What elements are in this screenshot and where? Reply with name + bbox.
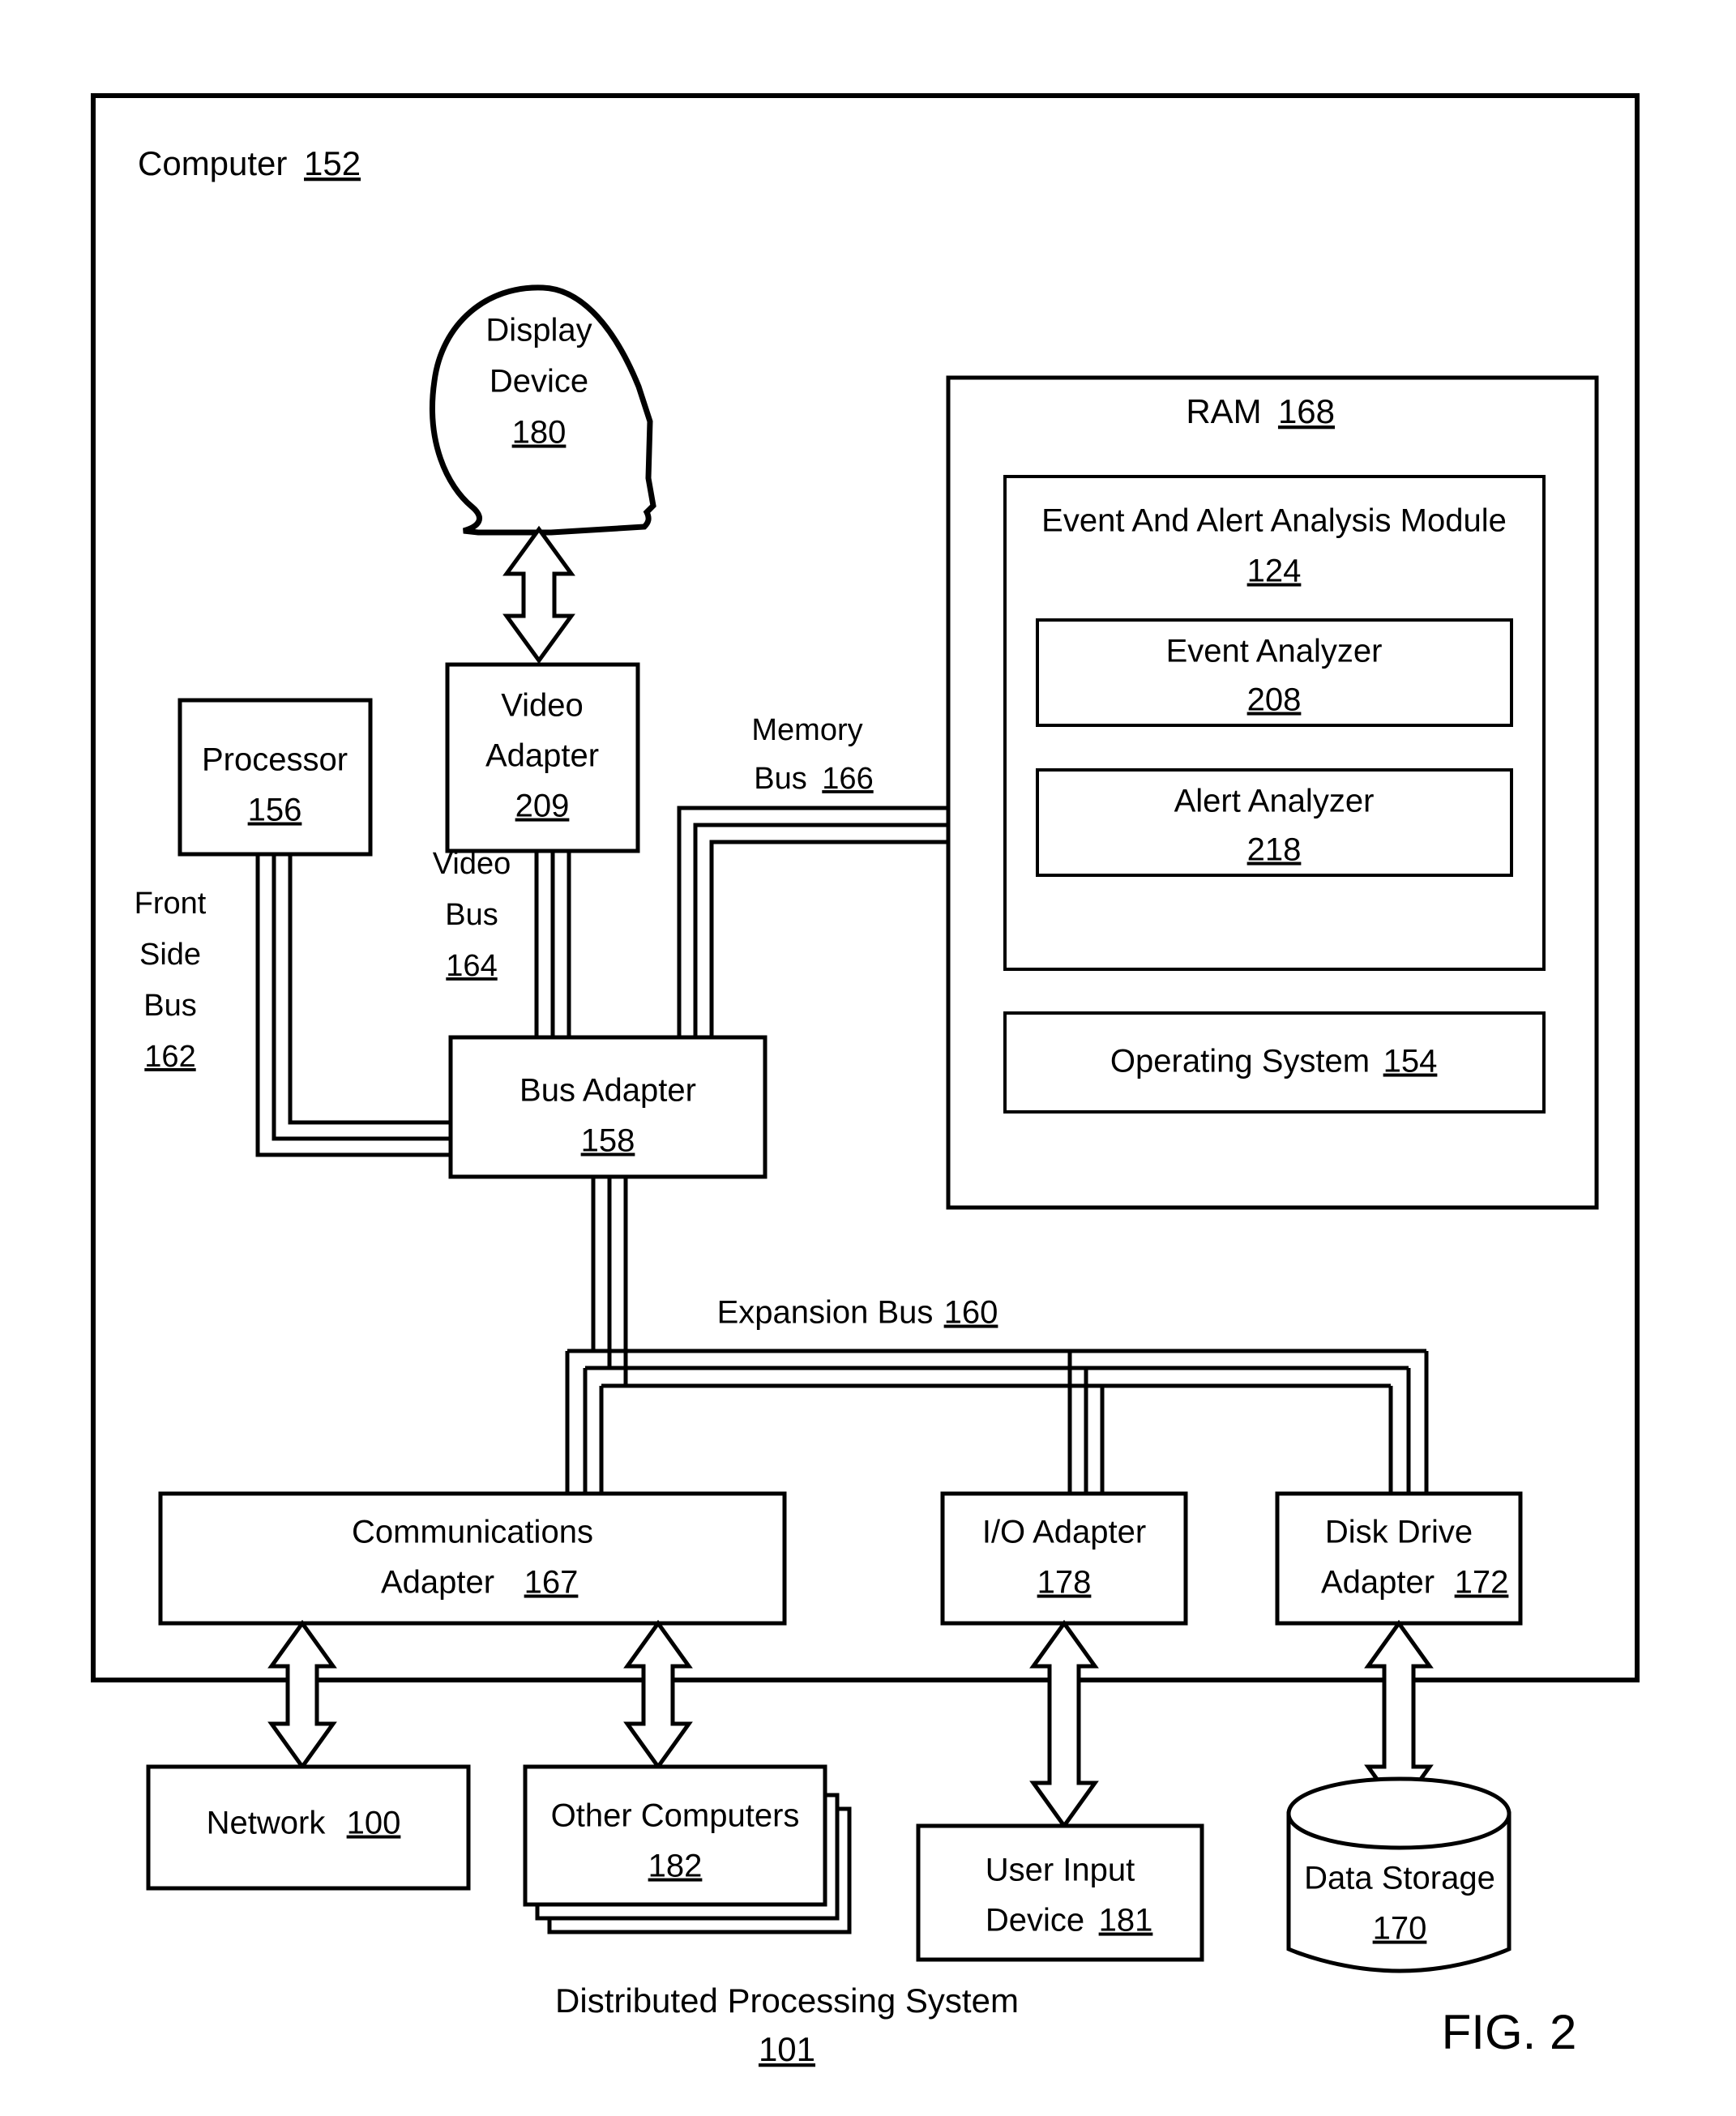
- video-adapter-line1: Video: [501, 688, 584, 724]
- expansion-bus-label: Expansion Bus: [717, 1295, 934, 1331]
- io-adapter-box: [940, 1491, 1188, 1626]
- display-device-number: 180: [512, 415, 567, 451]
- computer-title: Computer: [138, 144, 287, 182]
- disk-drive-adapter-box: [1275, 1491, 1523, 1626]
- memory-bus-line2: Bus: [754, 762, 806, 796]
- io-to-user-input-arrow: [1029, 1619, 1099, 1830]
- video-adapter-number: 209: [515, 789, 570, 824]
- user-input-device-line2: Device: [986, 1903, 1084, 1939]
- figure-label: FIG. 2: [1442, 2005, 1577, 2059]
- display-device-line1: Display: [485, 313, 592, 348]
- memory-bus-number: 166: [822, 762, 873, 796]
- communications-adapter-box: [158, 1491, 787, 1626]
- network-number: 100: [347, 1806, 401, 1841]
- communications-adapter-number: 167: [524, 1565, 579, 1601]
- processor-label: Processor: [202, 742, 348, 778]
- network-label: Network: [207, 1806, 327, 1841]
- front-side-bus-line1: Front: [135, 887, 207, 921]
- user-input-device-line1: User Input: [986, 1853, 1135, 1888]
- other-computers-number: 182: [648, 1849, 703, 1884]
- front-side-bus-number: 162: [144, 1040, 195, 1074]
- data-storage-number: 170: [1373, 1911, 1427, 1947]
- other-computers-label: Other Computers: [551, 1798, 800, 1834]
- video-adapter-line2: Adapter: [485, 738, 599, 774]
- video-bus-line2: Bus: [445, 898, 498, 932]
- operating-system-number: 154: [1383, 1044, 1438, 1079]
- expansion-bus-number: 160: [944, 1295, 998, 1331]
- bus-adapter-number: 158: [581, 1123, 635, 1159]
- ram-title: RAM: [1186, 392, 1261, 430]
- user-input-device-box: [916, 1823, 1204, 1962]
- figure-caption-number: 101: [759, 2030, 815, 2068]
- ram-number: 168: [1278, 392, 1335, 430]
- event-alert-module-number: 124: [1247, 554, 1302, 589]
- communications-adapter-line1: Communications: [352, 1515, 593, 1550]
- io-adapter-number: 178: [1037, 1565, 1092, 1601]
- event-analyzer-number: 208: [1247, 682, 1302, 718]
- disk-drive-adapter-line2: Adapter: [1321, 1565, 1435, 1601]
- processor-number: 156: [248, 793, 302, 828]
- computer-number: 152: [304, 144, 361, 182]
- front-side-bus-line2: Side: [139, 938, 201, 972]
- data-storage-label: Data Storage: [1304, 1861, 1495, 1896]
- event-analyzer-label: Event Analyzer: [1166, 634, 1383, 669]
- display-device-line2: Device: [490, 364, 588, 400]
- figure-caption-line1: Distributed Processing System: [555, 1981, 1019, 2020]
- io-adapter-line1: I/O Adapter: [982, 1515, 1146, 1550]
- disk-drive-adapter-number: 172: [1455, 1565, 1509, 1601]
- memory-bus-line1: Memory: [751, 713, 862, 747]
- user-input-device-number: 181: [1099, 1903, 1153, 1939]
- disk-drive-adapter-line1: Disk Drive: [1325, 1515, 1473, 1550]
- event-alert-module-label: Event And Alert Analysis Module: [1041, 503, 1507, 539]
- front-side-bus-line3: Bus: [143, 989, 196, 1023]
- video-bus-number: 164: [446, 949, 497, 983]
- communications-adapter-line2: Adapter: [381, 1565, 494, 1601]
- distributed-processing-system-diagram: Computer 152 Display Device 180 Video Ad…: [91, 93, 1640, 2068]
- patent-figure: Computer 152 Display Device 180 Video Ad…: [0, 0, 1736, 2116]
- alert-analyzer-number: 218: [1247, 832, 1302, 868]
- bus-adapter-label: Bus Adapter: [520, 1073, 696, 1109]
- operating-system-label: Operating System: [1110, 1044, 1370, 1079]
- video-bus-line1: Video: [433, 847, 511, 881]
- alert-analyzer-label: Alert Analyzer: [1174, 784, 1375, 819]
